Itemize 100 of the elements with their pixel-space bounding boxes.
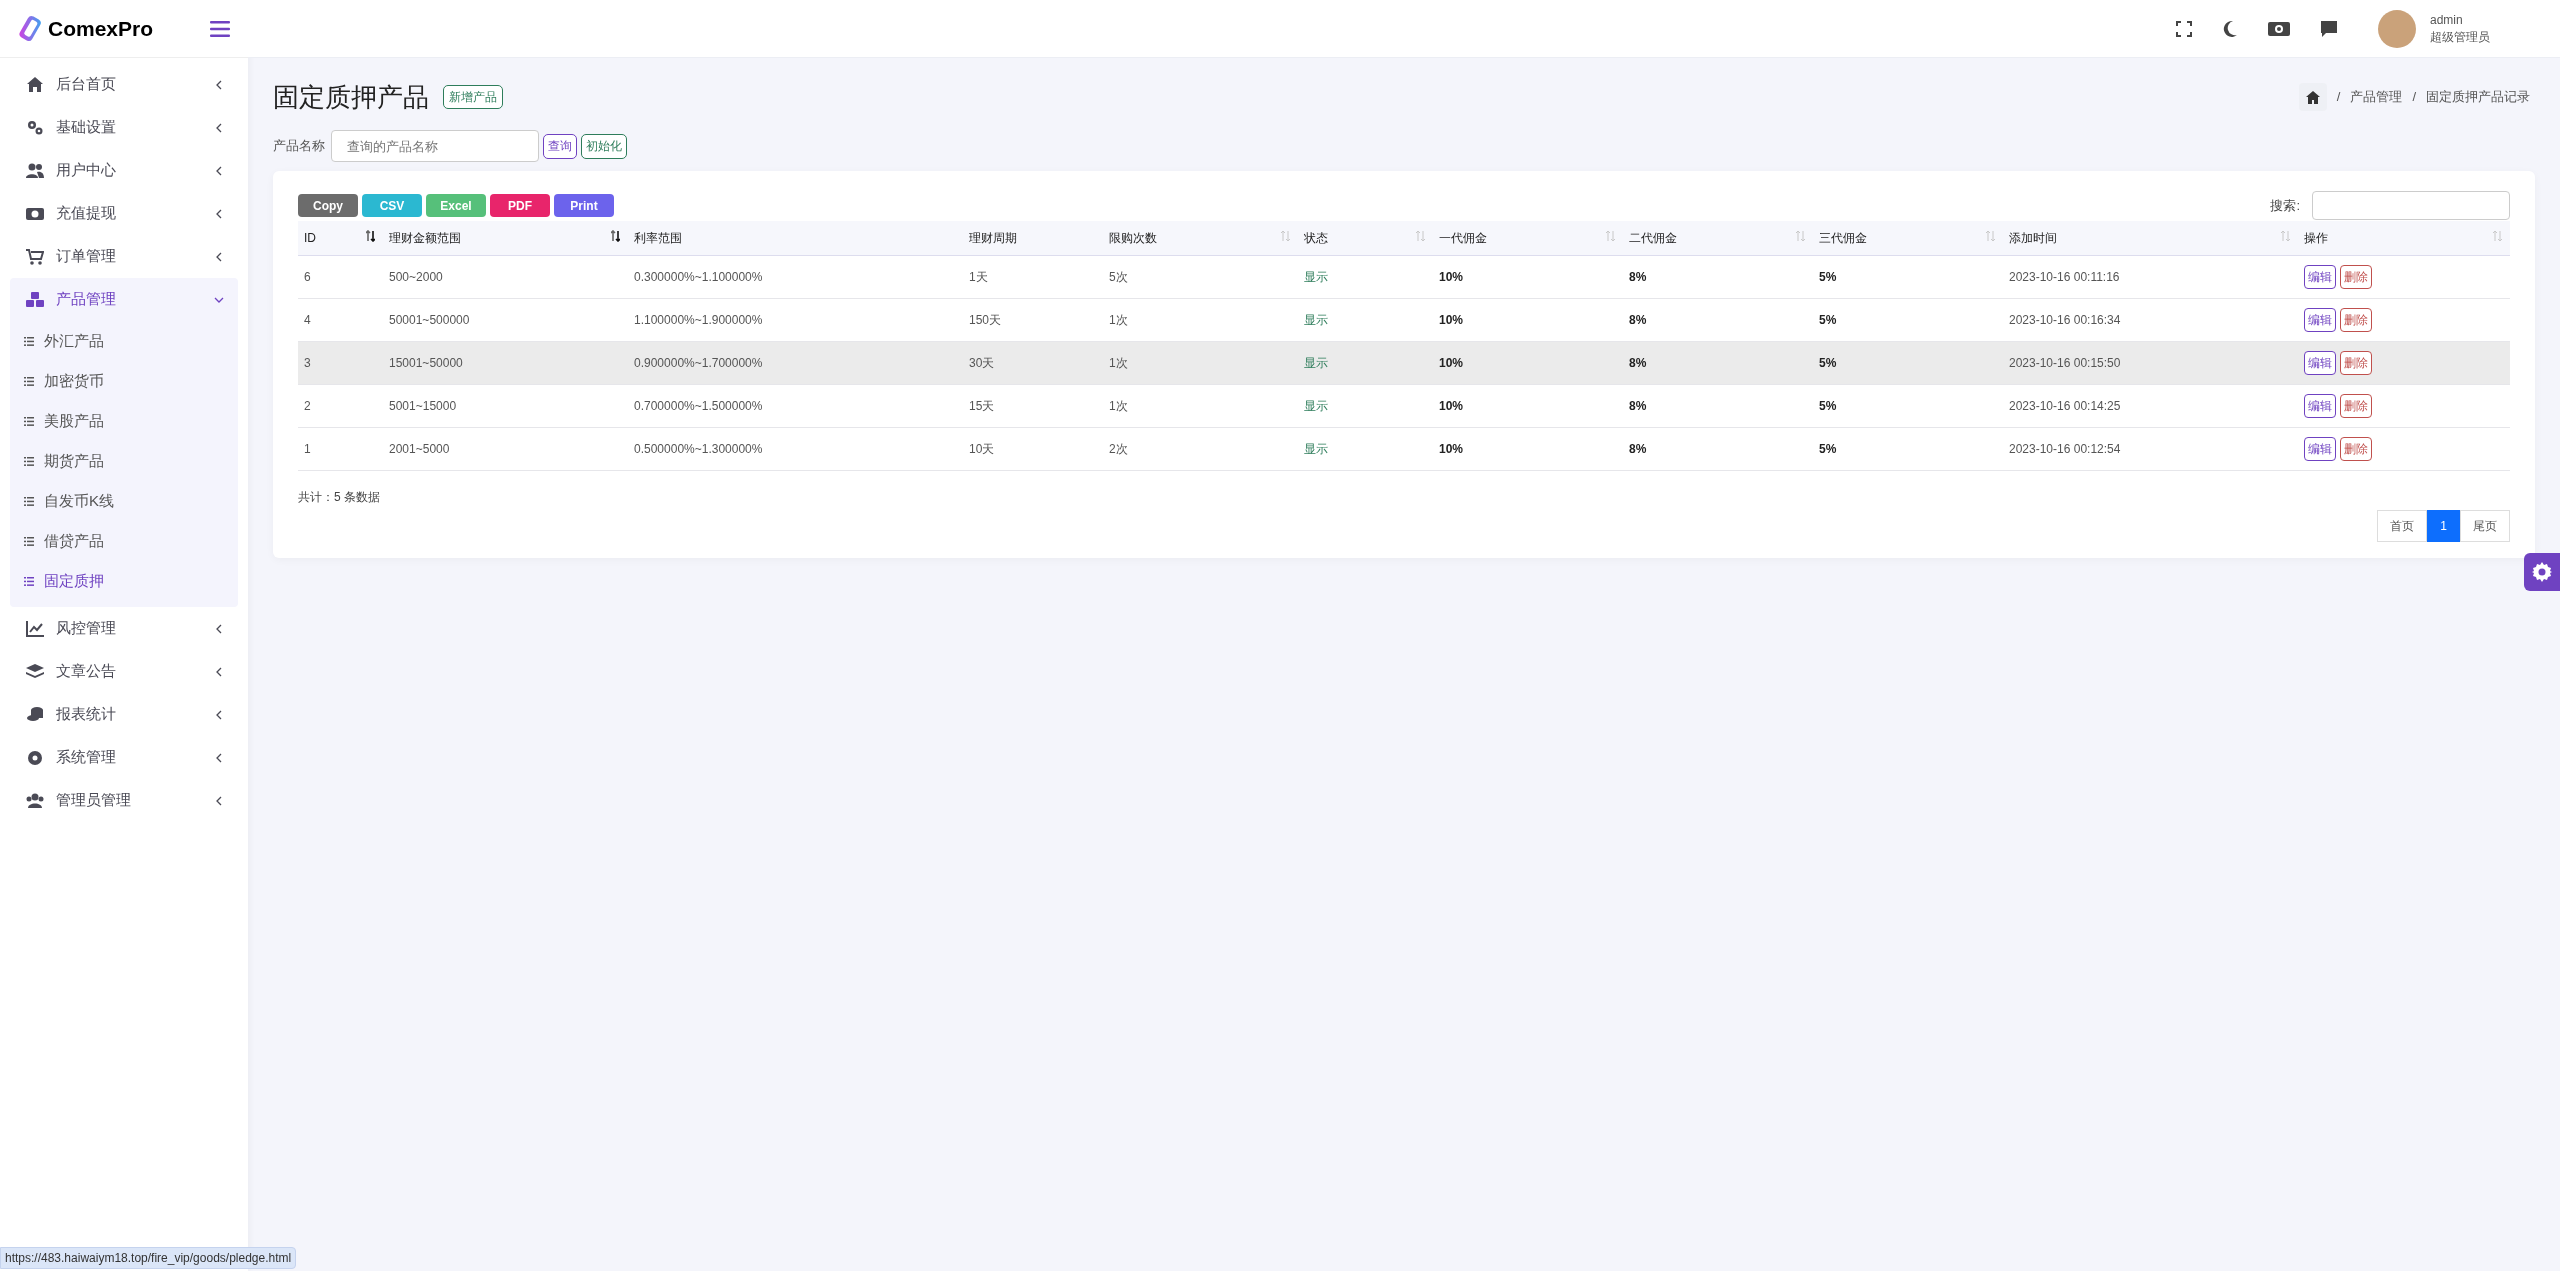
export-button[interactable]: Print (554, 194, 614, 217)
table-cell: 5% (1813, 341, 2003, 384)
sidebar-subitem[interactable]: 外汇产品 (10, 321, 238, 361)
sort-icon[interactable] (366, 230, 375, 242)
column-header[interactable]: 一代佣金 (1433, 221, 1623, 255)
column-header[interactable]: 限购次数 (1103, 221, 1298, 255)
table-cell: 10% (1433, 341, 1623, 384)
delete-button[interactable]: 删除 (2340, 307, 2372, 332)
export-button[interactable]: Copy (298, 194, 358, 217)
delete-button[interactable]: 删除 (2340, 393, 2372, 418)
sidebar-subitem[interactable]: 加密货币 (10, 361, 238, 401)
list-icon (24, 576, 34, 586)
status-url: https://483.haiwaiym18.top/fire_vip/goods/pledge.html (0, 1247, 297, 1269)
edit-button[interactable]: 编辑 (2304, 436, 2336, 461)
table-cell: 2 (298, 384, 383, 427)
menu-icon[interactable] (210, 20, 230, 37)
table-cell: 15001~50000 (383, 341, 628, 384)
column-header[interactable]: 理财金额范围 (383, 221, 628, 255)
sidebar-item[interactable]: 充值提现 (10, 192, 238, 235)
chat-icon[interactable] (2320, 19, 2338, 38)
export-button[interactable]: PDF (490, 194, 550, 217)
sidebar-item[interactable]: 报表统计 (10, 693, 238, 736)
sidebar-item[interactable]: 基础设置 (10, 106, 238, 149)
edit-button[interactable]: 编辑 (2304, 264, 2336, 289)
table-cell: 1次 (1103, 341, 1298, 384)
table-cell: 15天 (963, 384, 1103, 427)
column-header[interactable]: 理财周期 (963, 221, 1103, 255)
page-button[interactable]: 尾页 (2460, 509, 2510, 542)
table-cell: 0.700000%~1.500000% (628, 384, 963, 427)
column-header[interactable]: 二代佣金 (1623, 221, 1813, 255)
column-header[interactable]: 利率范围 (628, 221, 963, 255)
sidebar-item[interactable]: 管理员管理 (10, 779, 238, 822)
cash-icon (26, 205, 44, 222)
table-cell: 2次 (1103, 427, 1298, 470)
home-icon (26, 76, 44, 93)
sidebar-item[interactable]: 用户中心 (10, 149, 238, 192)
sidebar-item[interactable]: 文章公告 (10, 650, 238, 693)
delete-button[interactable]: 删除 (2340, 436, 2372, 461)
column-header[interactable]: 状态 (1298, 221, 1433, 255)
settings-button[interactable] (2524, 553, 2560, 591)
edit-button[interactable]: 编辑 (2304, 307, 2336, 332)
edit-button[interactable]: 编辑 (2304, 393, 2336, 418)
sidebar-item[interactable]: 风控管理 (10, 607, 238, 650)
table-cell: 5% (1813, 384, 2003, 427)
column-header[interactable]: 三代佣金 (1813, 221, 2003, 255)
table-cell: 显示 (1298, 384, 1433, 427)
column-header[interactable]: 操作 (2298, 221, 2510, 255)
sidebar-subitem[interactable]: 美股产品 (10, 401, 238, 441)
search-field[interactable] (2312, 191, 2510, 220)
product-name-field[interactable]: 查询的产品名称 (331, 130, 539, 162)
sidebar-subitem[interactable]: 固定质押 (10, 561, 238, 601)
user-role: 超级管理员 (2430, 28, 2490, 46)
cubes-icon (26, 291, 44, 308)
add-product-button[interactable]: 新增产品 (443, 85, 503, 109)
column-header[interactable]: ID (298, 221, 383, 255)
sidebar-item[interactable]: 系统管理 (10, 736, 238, 779)
breadcrumb-current: 固定质押产品记录 (2426, 88, 2530, 107)
breadcrumb-separator: / (2336, 88, 2341, 107)
table-cell: 1.100000%~1.900000% (628, 298, 963, 341)
table-cell: 0.500000%~1.300000% (628, 427, 963, 470)
breadcrumb-link[interactable]: 产品管理 (2350, 87, 2403, 107)
filter-label: 产品名称 (273, 137, 325, 156)
delete-button[interactable]: 删除 (2340, 264, 2372, 289)
sidebar-item[interactable]: 后台首页 (10, 63, 238, 106)
table-cell: 3 (298, 341, 383, 384)
table-cell: 10% (1433, 384, 1623, 427)
breadcrumb-separator: / (2412, 88, 2416, 107)
table-cell: 500~2000 (383, 255, 628, 298)
moon-icon[interactable] (2222, 19, 2238, 38)
table-cell: 6 (298, 255, 383, 298)
home-button[interactable] (2298, 83, 2327, 111)
sidebar-subitem[interactable]: 借贷产品 (10, 521, 238, 561)
query-button[interactable]: 查询 (543, 133, 577, 159)
table-cell: 2023-10-16 00:16:34 (2003, 298, 2298, 341)
sidebar-item[interactable]: 订单管理 (10, 235, 238, 278)
table-cell: 8% (1623, 341, 1813, 384)
table-cell: 2023-10-16 00:14:25 (2003, 384, 2298, 427)
table-cell: 显示 (1298, 427, 1433, 470)
sidebar-subitem[interactable]: 自发币K线 (10, 481, 238, 521)
page-button[interactable]: 1 (2427, 509, 2460, 542)
list-icon (24, 456, 34, 466)
sidebar-subitem[interactable]: 期货产品 (10, 441, 238, 481)
edit-button[interactable]: 编辑 (2304, 350, 2336, 375)
home-icon (2305, 90, 2320, 104)
table-cell: 8% (1623, 427, 1813, 470)
users-icon (26, 792, 44, 809)
sort-icon[interactable] (611, 230, 620, 242)
delete-button[interactable]: 删除 (2340, 350, 2372, 375)
table-cell: 30天 (963, 341, 1103, 384)
page-button[interactable]: 首页 (2377, 509, 2428, 542)
fullscreen-icon[interactable] (2176, 20, 2192, 37)
gears-icon (26, 119, 44, 136)
table-cell: 显示 (1298, 341, 1433, 384)
cash-icon[interactable] (2268, 21, 2290, 36)
sidebar-item[interactable]: 产品管理 (10, 278, 238, 321)
column-header[interactable]: 添加时间 (2003, 221, 2298, 255)
table-cell: 1次 (1103, 384, 1298, 427)
user-name: admin (2430, 11, 2464, 29)
table-cell: 5% (1813, 427, 2003, 470)
reset-button[interactable]: 初始化 (581, 133, 627, 159)
